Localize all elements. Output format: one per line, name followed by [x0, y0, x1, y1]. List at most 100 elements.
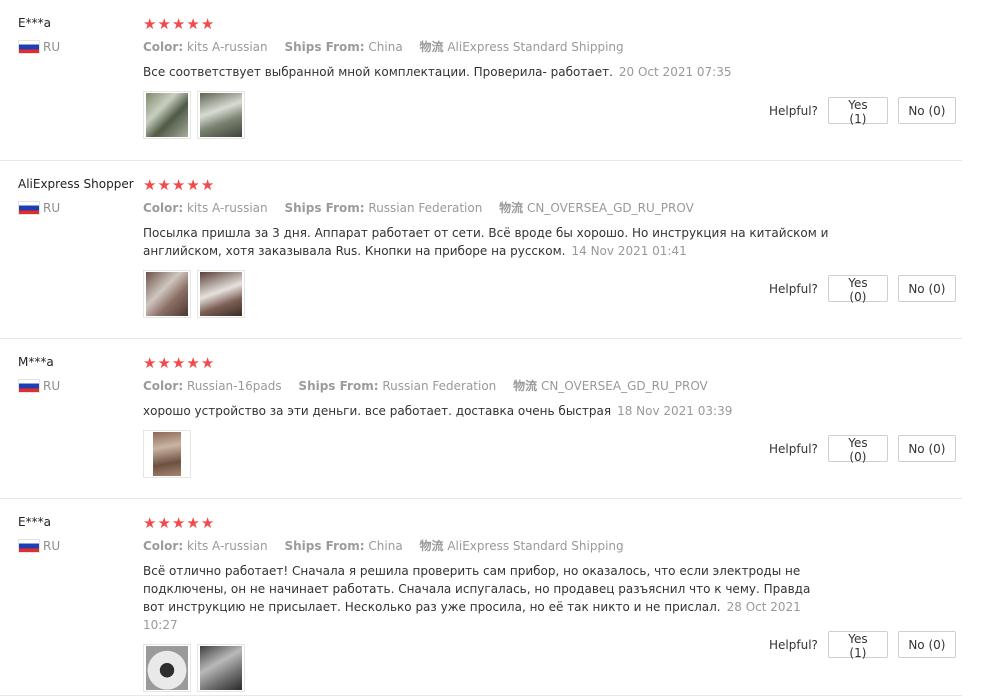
color-label: Color: [143, 379, 184, 393]
order-attributes: Color: kits A-russian Ships From: China … [143, 537, 833, 554]
vote-no-button[interactable]: No (0) [897, 97, 956, 124]
star-icon: ★ [143, 176, 158, 194]
ships-from-value: Russian Federation [368, 201, 483, 215]
reviewer-name: M***a [18, 355, 54, 369]
vote-yes-button[interactable]: Yes (0) [827, 435, 888, 464]
russia-flag-icon [18, 201, 40, 215]
ships-from-value: Russian Federation [382, 379, 497, 393]
star-rating: ★★★★★ [143, 176, 833, 194]
star-icon: ★ [200, 176, 216, 194]
review-item: E***a RU ★★★★★ Color: kits A-russian Shi… [0, 0, 962, 161]
vote-yes-button[interactable]: Yes (0) [827, 275, 888, 304]
reviewer-name: E***a [18, 16, 51, 30]
russia-flag-icon [18, 379, 40, 393]
review-photo-thumbnail[interactable] [143, 644, 191, 692]
review-date: 18 Nov 2021 03:39 [617, 404, 733, 418]
review-photo-thumbnail[interactable] [143, 270, 191, 318]
star-icon: ★ [186, 514, 201, 532]
star-icon: ★ [143, 15, 158, 33]
russia-flag-icon [18, 40, 40, 54]
review-photo-thumbnail[interactable] [143, 91, 191, 139]
star-rating: ★★★★★ [143, 15, 833, 33]
star-icon: ★ [200, 15, 216, 33]
vote-no-button[interactable]: No (0) [897, 275, 956, 302]
color-label: Color: [143, 539, 184, 553]
star-icon: ★ [171, 15, 187, 33]
vote-yes-button[interactable]: Yes (1) [827, 631, 888, 660]
review-body: Все соответствует выбранной мной комплек… [143, 65, 613, 79]
shipping-label: 物流 [419, 539, 444, 553]
ships-from-value: China [368, 40, 403, 54]
review-date: 20 Oct 2021 07:35 [618, 65, 732, 79]
reviewer-info: AliExpress Shopper RU [18, 177, 134, 215]
star-rating: ★★★★★ [143, 514, 833, 532]
review-content: ★★★★★ Color: kits A-russian Ships From: … [143, 514, 833, 692]
vote-no-button[interactable]: No (0) [897, 631, 956, 658]
star-icon: ★ [171, 514, 187, 532]
star-icon: ★ [186, 354, 201, 372]
country-code: RU [43, 201, 61, 215]
helpful-votes: Helpful? Yes (1) No (0) [769, 631, 966, 660]
star-icon: ★ [200, 354, 216, 372]
star-icon: ★ [143, 514, 158, 532]
ships-from-label: Ships From: [298, 379, 379, 393]
review-date: 14 Nov 2021 01:41 [571, 244, 687, 258]
order-attributes: Color: Russian-16pads Ships From: Russia… [143, 377, 833, 394]
shipping-value: AliExpress Standard Shipping [447, 539, 624, 553]
vote-no-button[interactable]: No (0) [897, 435, 956, 462]
vote-yes-button[interactable]: Yes (1) [827, 97, 888, 126]
review-photos [143, 644, 833, 692]
country-code: RU [43, 539, 61, 553]
order-attributes: Color: kits A-russian Ships From: Russia… [143, 199, 833, 216]
star-icon: ★ [157, 15, 172, 33]
shipping-label: 物流 [499, 201, 524, 215]
reviewer-country: RU [18, 539, 60, 553]
shipping-value: CN_OVERSEA_GD_RU_PROV [526, 201, 694, 215]
shipping-label: 物流 [419, 40, 444, 54]
star-icon: ★ [186, 15, 201, 33]
review-text: хорошо устройство за эти деньги. все раб… [143, 402, 833, 420]
reviewer-country: RU [18, 40, 60, 54]
color-value: kits A-russian [186, 201, 268, 215]
reviewer-country: RU [18, 201, 134, 215]
russia-flag-icon [18, 539, 40, 553]
reviewer-country: RU [18, 379, 60, 393]
review-body: Посылка пришла за 3 дня. Аппарат работае… [143, 226, 829, 258]
review-content: ★★★★★ Color: kits A-russian Ships From: … [143, 176, 833, 318]
country-code: RU [43, 40, 61, 54]
review-text: Все соответствует выбранной мной комплек… [143, 63, 833, 81]
ships-from-value: China [368, 539, 403, 553]
review-photo-thumbnail[interactable] [197, 644, 245, 692]
helpful-label: Helpful? [769, 637, 818, 652]
country-code: RU [43, 379, 61, 393]
review-text: Посылка пришла за 3 дня. Аппарат работае… [143, 224, 833, 260]
helpful-label: Helpful? [769, 103, 818, 118]
reviewer-name: E***a [18, 515, 51, 529]
star-icon: ★ [171, 176, 187, 194]
review-item: E***a RU ★★★★★ Color: kits A-russian Shi… [0, 499, 962, 696]
review-photo-thumbnail[interactable] [143, 430, 191, 478]
review-body: Всё отлично работает! Сначала я решила п… [143, 564, 811, 614]
color-value: Russian-16pads [186, 379, 282, 393]
review-photo-thumbnail[interactable] [197, 91, 245, 139]
review-photos [143, 270, 833, 318]
reviewer-info: E***a RU [18, 16, 60, 54]
review-photo-thumbnail[interactable] [197, 270, 245, 318]
review-item: M***a RU ★★★★★ Color: Russian-16pads Shi… [0, 339, 962, 499]
reviewer-info: E***a RU [18, 515, 60, 553]
order-attributes: Color: kits A-russian Ships From: China … [143, 38, 833, 55]
ships-from-label: Ships From: [284, 40, 365, 54]
review-photos [143, 91, 833, 139]
review-content: ★★★★★ Color: kits A-russian Ships From: … [143, 15, 833, 139]
review-body: хорошо устройство за эти деньги. все раб… [143, 404, 612, 418]
review-content: ★★★★★ Color: Russian-16pads Ships From: … [143, 354, 833, 478]
reviewer-info: M***a RU [18, 355, 60, 393]
star-icon: ★ [157, 354, 172, 372]
helpful-votes: Helpful? Yes (0) No (0) [769, 275, 966, 304]
helpful-label: Helpful? [769, 281, 818, 296]
shipping-label: 物流 [513, 379, 538, 393]
color-value: kits A-russian [186, 40, 268, 54]
color-value: kits A-russian [186, 539, 268, 553]
review-text: Всё отлично работает! Сначала я решила п… [143, 562, 833, 634]
helpful-votes: Helpful? Yes (1) No (0) [769, 97, 966, 126]
